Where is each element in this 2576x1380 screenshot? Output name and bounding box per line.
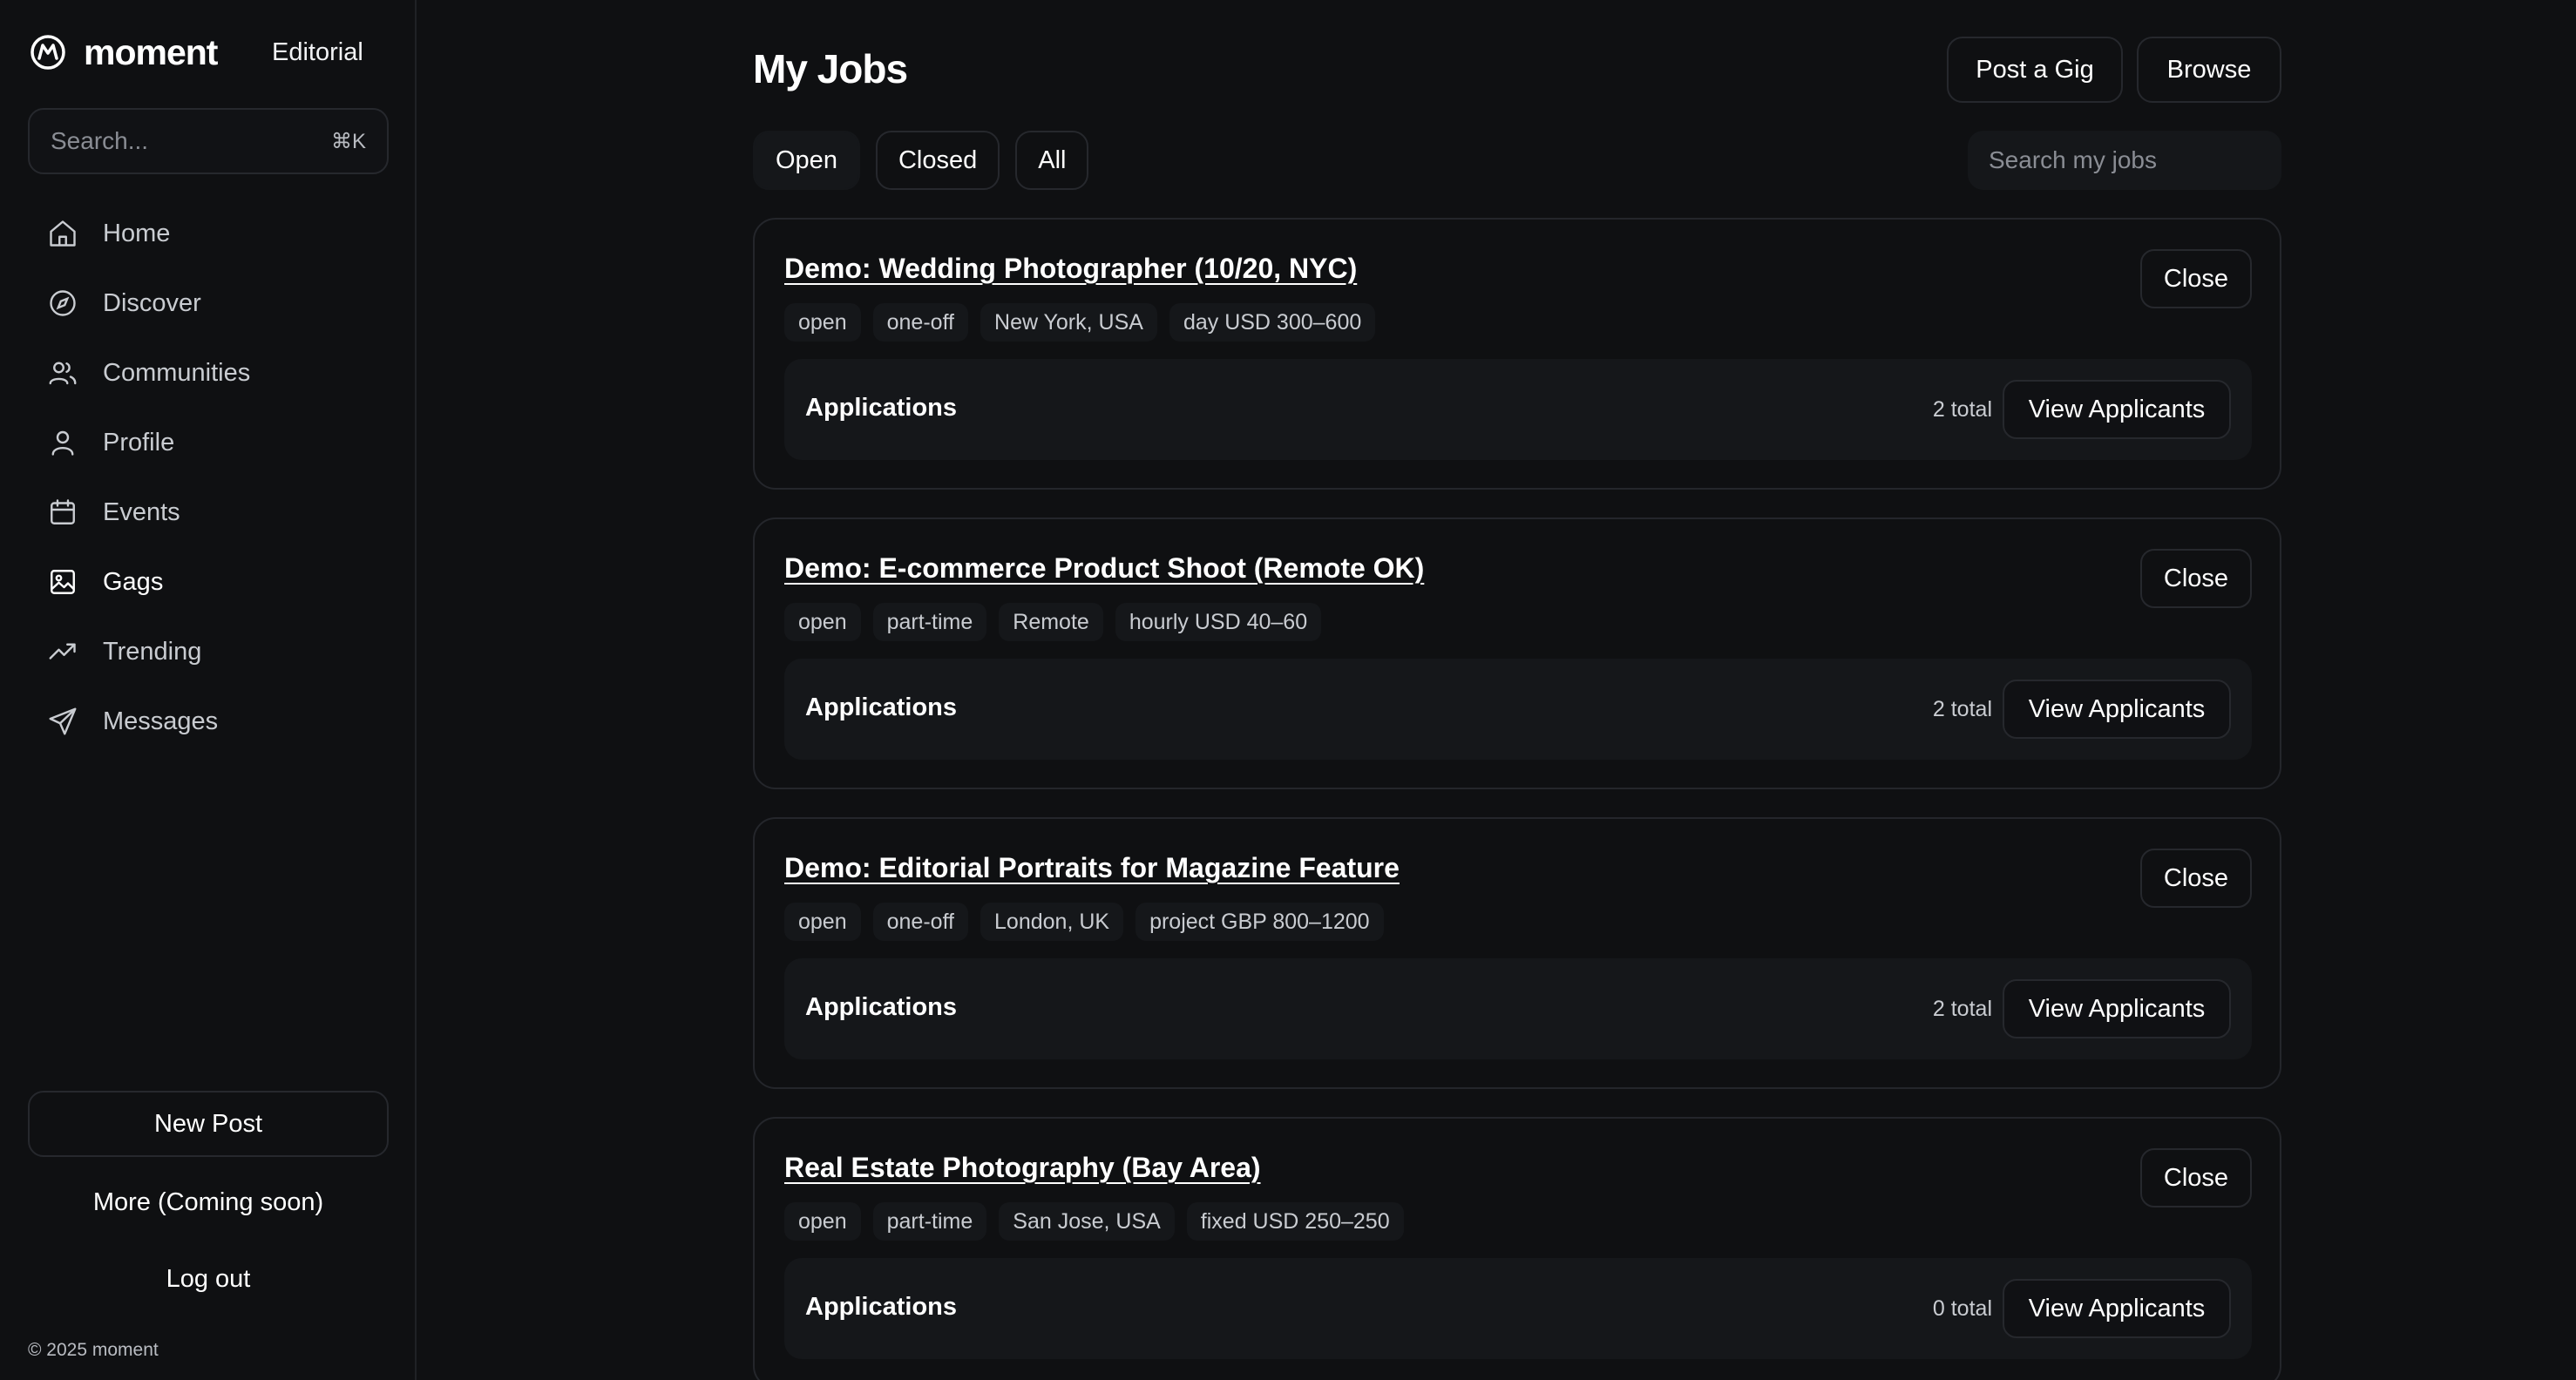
sidebar-nav: Home Discover Communities Profile Events… [28, 199, 389, 756]
page-title: My Jobs [753, 46, 908, 91]
more-button[interactable]: More (Coming soon) [28, 1169, 389, 1235]
status-tag: open [784, 1202, 861, 1241]
job-card: Real Estate Photography (Bay Area) Close… [753, 1117, 2281, 1380]
trending-icon [49, 643, 76, 660]
rate-tag: hourly USD 40–60 [1115, 603, 1322, 641]
sidebar: moment Editorial Search... ⌘K Home Disco… [0, 0, 417, 1380]
sidebar-item-discover[interactable]: Discover [28, 268, 389, 338]
type-tag: one-off [872, 903, 969, 941]
home-icon [50, 220, 76, 247]
sidebar-item-label: Profile [103, 428, 175, 457]
sidebar-item-events[interactable]: Events [28, 477, 389, 547]
sidebar-item-label: Messages [103, 707, 219, 735]
sidebar-item-profile[interactable]: Profile [28, 408, 389, 477]
job-card: Demo: E-commerce Product Shoot (Remote O… [753, 518, 2281, 789]
close-job-button[interactable]: Close [2140, 249, 2252, 308]
applications-panel: Applications 2 total View Applicants [784, 359, 2252, 460]
copyright: © 2025 moment [28, 1340, 159, 1360]
sidebar-item-label: Communities [103, 358, 251, 387]
sidebar-search-input[interactable]: Search... ⌘K [28, 108, 389, 174]
close-job-button[interactable]: Close [2140, 849, 2252, 908]
job-card: Demo: Editorial Portraits for Magazine F… [753, 817, 2281, 1089]
moment-logo-icon [31, 35, 65, 70]
job-card: Demo: Wedding Photographer (10/20, NYC) … [753, 218, 2281, 490]
applications-count: 2 total [1932, 697, 1992, 721]
applications-label: Applications [805, 394, 958, 422]
applications-label: Applications [805, 993, 958, 1021]
view-applicants-button[interactable]: View Applicants [2003, 680, 2231, 739]
filter-closed[interactable]: Closed [875, 131, 1000, 190]
calendar-icon [51, 499, 75, 524]
status-tag: open [784, 303, 861, 342]
sidebar-item-label: Events [103, 497, 180, 526]
job-search-placeholder: Search my jobs [1989, 146, 2157, 173]
type-tag: part-time [872, 1202, 987, 1241]
mode-switch[interactable]: Editorial [272, 38, 363, 67]
type-tag: part-time [872, 603, 987, 641]
post-gig-button[interactable]: Post a Gig [1947, 37, 2123, 103]
job-tags: open part-time Remote hourly USD 40–60 [784, 603, 1322, 641]
applications-label: Applications [805, 1293, 958, 1321]
location-tag: Remote [999, 603, 1103, 641]
applications-panel: Applications 2 total View Applicants [784, 958, 2252, 1059]
image-icon [51, 570, 75, 594]
job-search-input[interactable]: Search my jobs [1968, 131, 2281, 190]
send-icon [49, 707, 77, 735]
applications-label: Applications [805, 693, 958, 721]
sidebar-search-placeholder: Search... [51, 127, 149, 154]
filter-open[interactable]: Open [753, 131, 860, 190]
location-tag: New York, USA [980, 303, 1157, 342]
location-tag: San Jose, USA [999, 1202, 1175, 1241]
job-title-link[interactable]: Demo: Wedding Photographer (10/20, NYC) [784, 253, 1357, 285]
app-root: moment Editorial Search... ⌘K Home Disco… [0, 0, 2576, 1380]
brand-name: moment [84, 31, 218, 72]
status-tag: open [784, 903, 861, 941]
close-job-button[interactable]: Close [2140, 1148, 2252, 1208]
users-icon [49, 362, 77, 385]
sidebar-item-label: Gags [103, 567, 164, 596]
close-job-button[interactable]: Close [2140, 549, 2252, 608]
job-title-link[interactable]: Demo: E-commerce Product Shoot (Remote O… [784, 552, 1424, 585]
job-list: Demo: Wedding Photographer (10/20, NYC) … [753, 218, 2281, 1380]
location-tag: London, UK [980, 903, 1124, 941]
job-title-link[interactable]: Real Estate Photography (Bay Area) [784, 1152, 1261, 1184]
sidebar-item-communities[interactable]: Communities [28, 338, 389, 408]
type-tag: one-off [872, 303, 969, 342]
job-title-link[interactable]: Demo: Editorial Portraits for Magazine F… [784, 852, 1400, 884]
browse-button[interactable]: Browse [2137, 37, 2281, 103]
sidebar-item-trending[interactable]: Trending [28, 617, 389, 687]
sidebar-item-label: Discover [103, 288, 201, 317]
job-tags: open one-off New York, USA day USD 300–6… [784, 303, 1376, 342]
view-applicants-button[interactable]: View Applicants [2003, 380, 2231, 439]
applications-panel: Applications 2 total View Applicants [784, 659, 2252, 760]
job-tags: open part-time San Jose, USA fixed USD 2… [784, 1202, 1404, 1241]
sidebar-item-home[interactable]: Home [28, 199, 389, 268]
applications-count: 2 total [1932, 397, 1992, 422]
brand[interactable]: moment [30, 31, 218, 73]
sidebar-item-label: Trending [103, 637, 202, 666]
view-applicants-button[interactable]: View Applicants [2003, 1279, 2231, 1338]
search-shortcut-hint: ⌘K [330, 129, 366, 153]
sidebar-item-gags[interactable]: Gags [28, 547, 389, 617]
applications-panel: Applications 0 total View Applicants [784, 1258, 2252, 1359]
compass-icon [50, 290, 76, 316]
rate-tag: fixed USD 250–250 [1186, 1202, 1404, 1241]
logout-button[interactable]: Log out [28, 1246, 389, 1312]
applications-count: 0 total [1932, 1296, 1992, 1321]
status-filters: Open Closed All [753, 131, 1089, 190]
filter-all[interactable]: All [1015, 131, 1089, 190]
job-tags: open one-off London, UK project GBP 800–… [784, 903, 1384, 941]
sidebar-item-label: Home [103, 219, 171, 247]
applications-count: 2 total [1932, 997, 1992, 1021]
sidebar-item-messages[interactable]: Messages [28, 687, 389, 756]
rate-tag: project GBP 800–1200 [1135, 903, 1384, 941]
user-icon [51, 430, 74, 456]
status-tag: open [784, 603, 861, 641]
rate-tag: day USD 300–600 [1169, 303, 1376, 342]
view-applicants-button[interactable]: View Applicants [2003, 979, 2231, 1038]
new-post-button[interactable]: New Post [28, 1091, 389, 1157]
